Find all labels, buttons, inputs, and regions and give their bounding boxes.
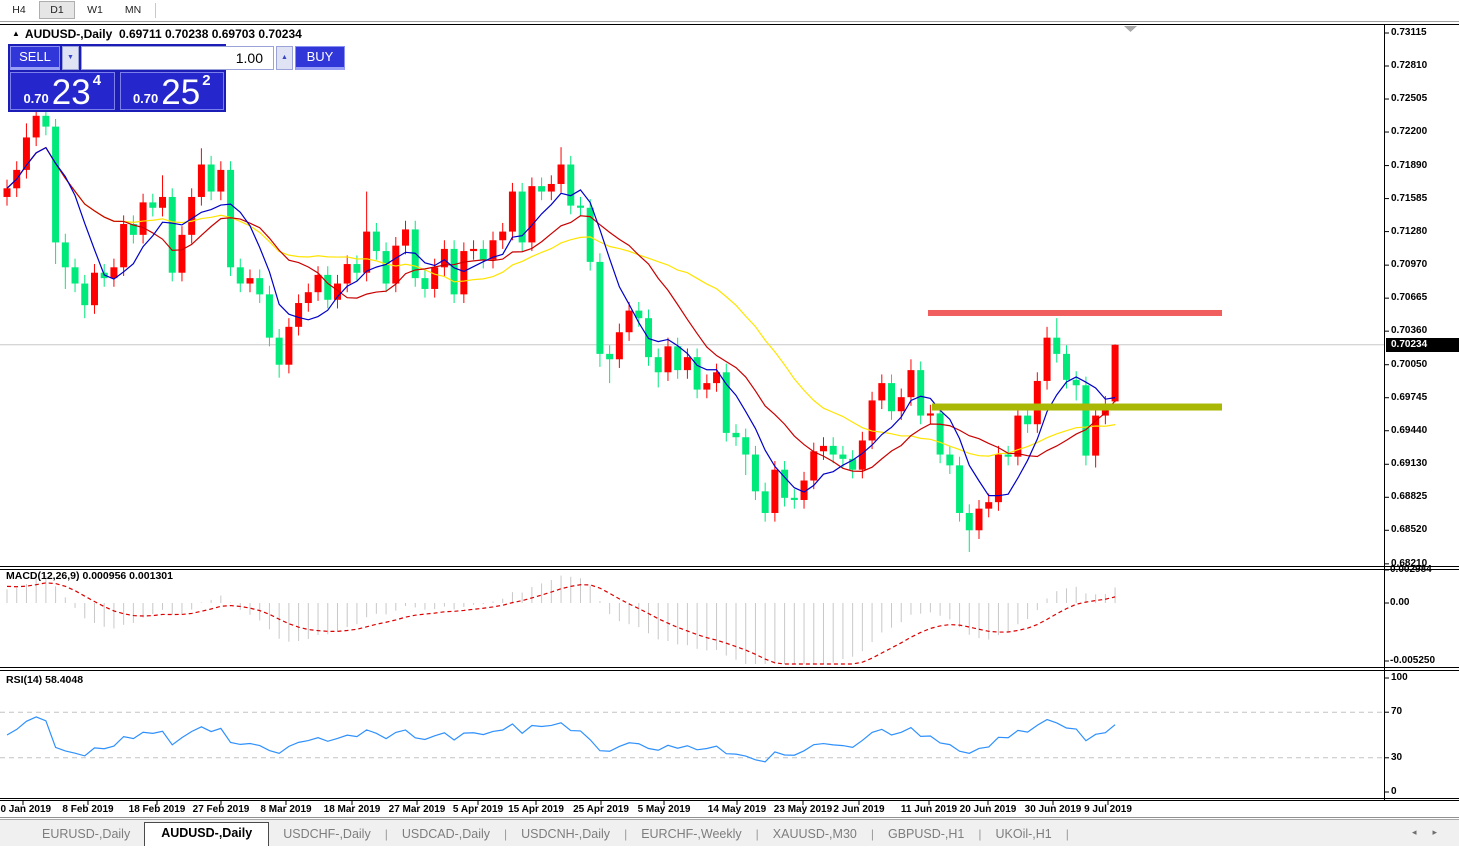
chart-title: ▲ AUDUSD-,Daily 0.69711 0.70238 0.69703 0… bbox=[12, 27, 302, 41]
volume-increase-button[interactable]: ▲ bbox=[276, 46, 293, 70]
rsi-indicator-label: RSI(14) 58.4048 bbox=[6, 674, 83, 686]
tab-scroll-right-icon[interactable]: ▸ bbox=[1432, 827, 1453, 837]
chart-tab-audusd[interactable]: AUDUSD-,Daily bbox=[144, 822, 270, 846]
chart-tab-usdcnh[interactable]: USDCNH-,Daily bbox=[507, 823, 624, 846]
chart-tab-ukoil[interactable]: UKOil-,H1 bbox=[982, 823, 1066, 846]
bid-quote[interactable]: 0.70 23 4 bbox=[10, 72, 115, 110]
chart-tab-bar: EURUSD-,Daily AUDUSD-,Daily USDCHF-,Daily |… bbox=[0, 819, 1459, 846]
mt4-window: H4 D1 W1 MN 0.73115 0.72810 0.72505 0.72200 0.7… bbox=[0, 0, 1459, 848]
tab-scroll-left-icon[interactable]: ◂ bbox=[1412, 827, 1433, 837]
chart-symbol-label: AUDUSD-,Daily bbox=[24, 27, 113, 41]
trade-controls-row: SELL ▼ ▲ BUY bbox=[10, 46, 345, 70]
tab-scroll-arrows: ◂▸ bbox=[1412, 827, 1453, 838]
rsi-value: 58.4048 bbox=[45, 674, 84, 686]
timeframe-button-h4[interactable]: H4 bbox=[1, 1, 37, 19]
chart-tab-eurchf[interactable]: EURCHF-,Weekly bbox=[627, 823, 755, 846]
chart-tab-eurusd[interactable]: EURUSD-,Daily bbox=[28, 823, 144, 846]
macd-indicator-label: MACD(12,26,9) 0.000956 0.001301 bbox=[6, 570, 173, 582]
ask-prefix: 0.70 bbox=[132, 91, 159, 106]
toolbar-separator bbox=[155, 2, 156, 18]
ask-pip-digit: 2 bbox=[202, 72, 211, 89]
volume-input[interactable] bbox=[81, 46, 274, 70]
chart-ohlc-values: 0.69711 0.70238 0.69703 0.70234 bbox=[118, 27, 302, 41]
buy-button[interactable]: BUY bbox=[295, 46, 345, 70]
ask-quote[interactable]: 0.70 25 2 bbox=[119, 72, 224, 112]
trend-lines bbox=[928, 309, 1222, 411]
rsi-levels bbox=[0, 711, 1384, 759]
macd-values: 0.000956 0.001301 bbox=[82, 570, 173, 582]
volume-decrease-button[interactable]: ▼ bbox=[62, 46, 79, 70]
chart-canvas bbox=[0, 21, 1459, 818]
rsi-line bbox=[6, 716, 1116, 763]
timeframe-toolbar: H4 D1 W1 MN bbox=[0, 0, 1459, 20]
ma-mid-line bbox=[6, 146, 1116, 472]
rsi-title: RSI(14) bbox=[6, 674, 43, 686]
macd-title: MACD(12,26,9) bbox=[6, 570, 80, 582]
chart-tab-xauusd[interactable]: XAUUSD-,M30 bbox=[759, 823, 871, 846]
tab-separator: | bbox=[1065, 827, 1069, 841]
timeframe-button-d1[interactable]: D1 bbox=[39, 1, 75, 19]
macd-histogram bbox=[6, 575, 1116, 664]
collapse-triangle-icon[interactable]: ▲ bbox=[12, 29, 20, 38]
candles-group bbox=[3, 107, 1119, 552]
one-click-trading-panel: SELL ▼ ▲ BUY 0.70 23 4 0.70 25 2 bbox=[8, 44, 345, 112]
timeframe-button-w1[interactable]: W1 bbox=[77, 1, 113, 19]
ask-main-digits: 25 bbox=[161, 73, 201, 112]
chart-tab-usdchf[interactable]: USDCHF-,Daily bbox=[269, 823, 385, 846]
current-price-tag: 0.70234 bbox=[1386, 337, 1459, 352]
bid-main-digits: 23 bbox=[51, 73, 91, 112]
bid-prefix: 0.70 bbox=[23, 91, 49, 106]
sell-button[interactable]: SELL bbox=[10, 46, 60, 70]
bid-pip-digit: 4 bbox=[92, 72, 102, 89]
axis-ticks bbox=[22, 32, 1389, 805]
timeframe-button-mn[interactable]: MN bbox=[115, 1, 151, 19]
chart-tab-gbpusd[interactable]: GBPUSD-,H1 bbox=[874, 823, 978, 846]
chart-tab-usdcad[interactable]: USDCAD-,Daily bbox=[388, 823, 504, 846]
quote-row: 0.70 23 4 0.70 25 2 bbox=[10, 72, 224, 110]
